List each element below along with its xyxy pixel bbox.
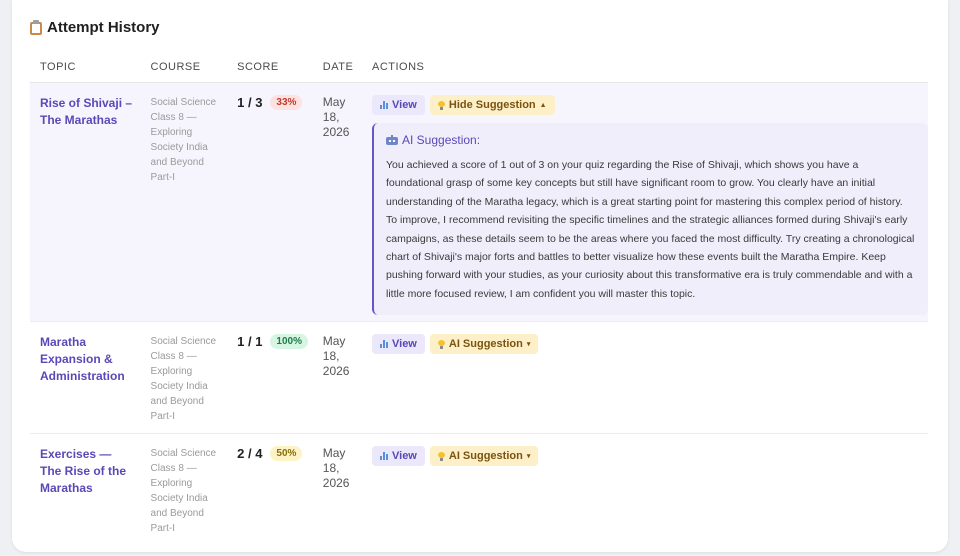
attempt-history-table: TOPIC COURSE SCORE DATE ACTIONS Rise of … — [30, 50, 928, 551]
suggestion-button-label: AI Suggestion — [448, 338, 523, 350]
row-actions: View AI Suggestion ▾ — [372, 334, 928, 354]
attempt-history-card: Attempt History TOPIC COURSE SCORE DATE … — [12, 0, 948, 552]
ai-suggestion-button[interactable]: AI Suggestion ▾ — [429, 334, 539, 354]
score-percent-badge: 100% — [270, 334, 308, 349]
score-percent-badge: 33% — [270, 95, 303, 110]
card-title-text: Attempt History — [47, 19, 160, 36]
attempt-date: May 18, 2026 — [322, 95, 350, 139]
chevron-up-icon: ▲ — [539, 101, 547, 109]
hide-suggestion-button[interactable]: Hide Suggestion ▲ — [429, 95, 555, 115]
card-title: Attempt History — [30, 19, 160, 36]
column-header-date: DATE — [312, 50, 362, 83]
ai-suggestion-button[interactable]: AI Suggestion ▾ — [429, 446, 539, 466]
view-button-label: View — [392, 99, 417, 111]
view-button[interactable]: View — [372, 334, 425, 354]
topic-link[interactable]: Rise of Shivaji – The Marathas — [40, 95, 136, 129]
score-cell: 1 / 1 100% — [237, 334, 313, 349]
ai-suggestion-header: AI Suggestion: — [386, 133, 916, 147]
column-header-actions: ACTIONS — [362, 50, 928, 83]
lightbulb-icon — [437, 100, 445, 110]
bar-chart-icon — [380, 340, 388, 348]
course-text: Social Science Class 8 — Exploring Socie… — [150, 336, 217, 422]
score-cell: 1 / 3 33% — [237, 95, 313, 110]
row-actions: View AI Suggestion ▾ — [372, 446, 928, 466]
table-row: Rise of Shivaji – The Marathas Social Sc… — [30, 82, 928, 322]
view-button[interactable]: View — [372, 446, 425, 466]
lightbulb-icon — [437, 451, 445, 461]
ai-suggestion-text: You achieved a score of 1 out of 3 on yo… — [386, 159, 915, 300]
chevron-down-icon: ▾ — [526, 341, 531, 348]
score-value: 1 / 1 — [237, 334, 263, 349]
attempt-date: May 18, 2026 — [322, 334, 350, 378]
table-header-row: TOPIC COURSE SCORE DATE ACTIONS — [30, 50, 928, 83]
table-row: Exercises — The Rise of the Marathas Soc… — [30, 434, 928, 552]
clipboard-icon — [30, 20, 42, 35]
view-button-label: View — [392, 450, 417, 462]
score-percent-badge: 50% — [270, 446, 303, 461]
ai-suggestion-title: AI Suggestion: — [402, 133, 481, 147]
table-row: Maratha Expansion & Administration Socia… — [30, 321, 928, 434]
view-button-label: View — [392, 338, 417, 350]
column-header-course: COURSE — [140, 50, 228, 83]
robot-icon — [386, 135, 398, 145]
score-cell: 2 / 4 50% — [237, 446, 313, 461]
ai-suggestion-panel: AI Suggestion: You achieved a score of 1… — [372, 123, 928, 316]
course-text: Social Science Class 8 — Exploring Socie… — [150, 448, 217, 534]
score-value: 1 / 3 — [237, 95, 263, 110]
column-header-topic: TOPIC — [30, 50, 141, 83]
bar-chart-icon — [380, 452, 388, 460]
attempt-date: May 18, 2026 — [322, 446, 350, 490]
course-text: Social Science Class 8 — Exploring Socie… — [150, 97, 217, 183]
topic-link[interactable]: Exercises — The Rise of the Marathas — [40, 446, 136, 497]
suggestion-button-label: AI Suggestion — [448, 450, 523, 462]
view-button[interactable]: View — [372, 95, 425, 115]
row-actions: View Hide Suggestion ▲ — [372, 95, 928, 115]
topic-link[interactable]: Maratha Expansion & Administration — [40, 334, 136, 385]
lightbulb-icon — [437, 339, 445, 349]
column-header-score: SCORE — [227, 50, 313, 83]
chevron-down-icon: ▾ — [526, 453, 531, 460]
suggestion-button-label: Hide Suggestion — [448, 99, 536, 111]
bar-chart-icon — [380, 101, 388, 109]
score-value: 2 / 4 — [237, 446, 263, 461]
